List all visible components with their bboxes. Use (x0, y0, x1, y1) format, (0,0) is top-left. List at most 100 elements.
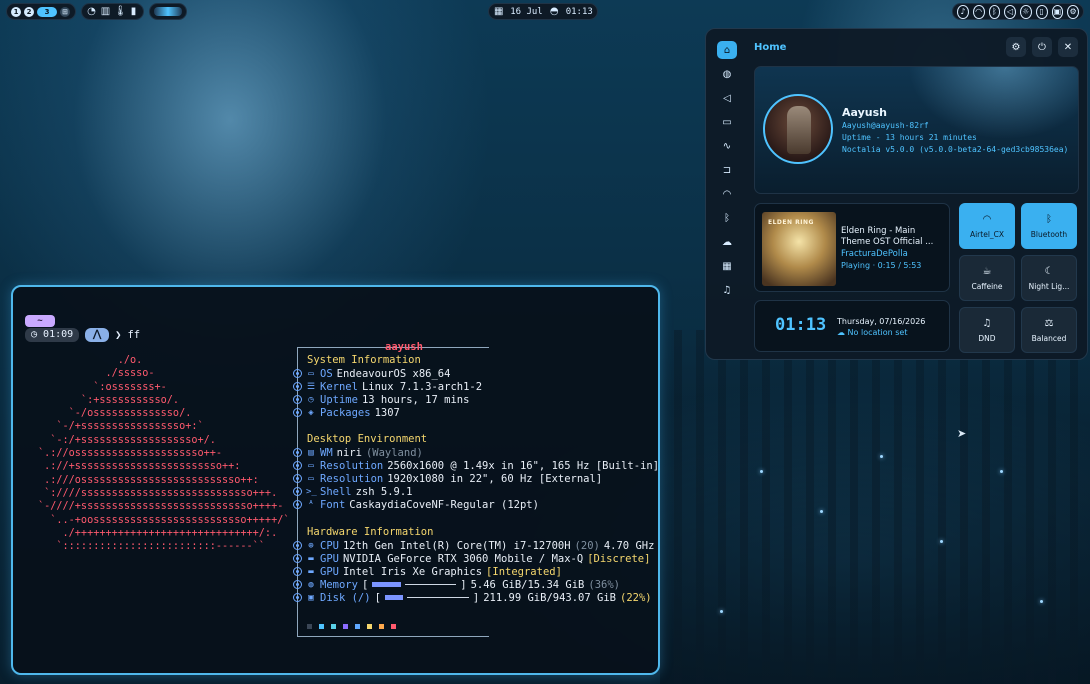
workspace-1[interactable]: 1 (11, 6, 21, 17)
workspace-switcher: 1 2 3 ⊞ (6, 3, 76, 20)
ascii-logo-line: `-/ossssssssssssso/. (38, 408, 192, 420)
wallpaper-light (760, 470, 763, 473)
settings-gear-icon[interactable]: ⚙ (1006, 37, 1026, 57)
control-center-icon[interactable]: ⚙ (1067, 4, 1079, 19)
clock-icon: ◷ (308, 394, 314, 405)
weather-icon[interactable]: ☁ (717, 233, 737, 251)
sunrise-icon: ◓ (549, 5, 559, 17)
brightness-icon[interactable]: ☼ (1020, 4, 1032, 19)
shell-value: zsh 5.9.1 (355, 485, 413, 498)
res2-value: 1920x1080 in 22", 60 Hz [External] (387, 472, 603, 485)
kernel-value: Linux 7.1.3-arch1-2 (361, 380, 483, 393)
gpu2-key: GPU (320, 565, 339, 578)
ascii-logo-line: ./++++++++++++++++++++++++++++++/:. (38, 527, 278, 539)
bullet-icon (293, 487, 302, 496)
moon-icon: ☾ (1044, 265, 1054, 277)
screenshot-icon[interactable]: ▣ (1051, 4, 1064, 19)
memory-percent: (36%) (588, 578, 620, 591)
track-title: Elden Ring - Main Theme OST Official ... (841, 226, 934, 247)
mouse-cursor-icon: ➤ (957, 427, 967, 440)
row-os: ▭ OS EndeavourOS x86_64 (293, 367, 450, 380)
profile-handle: Aayush@aayush-82rf (842, 121, 929, 130)
dnd-toggle[interactable]: ♫ DND (959, 307, 1015, 353)
storage-icon[interactable]: ▮ (128, 6, 139, 17)
prompt-arrow-icon: ❯ (115, 329, 122, 341)
wallpaper-light (820, 510, 823, 513)
gpu2-type: [Integrated] (486, 565, 562, 578)
memory-icon[interactable]: ▥ (100, 6, 111, 17)
cpu-freq: 4.70 GHz (603, 539, 655, 552)
wifi-icon[interactable]: ◠ (972, 4, 985, 19)
volume-icon[interactable]: ◁ (1004, 4, 1016, 19)
res2-key: Resolution (320, 472, 384, 485)
palette-swatch (343, 624, 348, 629)
topbar-date: 16 Jul (510, 6, 543, 17)
prompt-clock: ◷ 01:09 (25, 328, 80, 342)
power-profile-toggle[interactable]: ⚖ Balanced (1021, 307, 1077, 353)
bullet-icon (293, 448, 302, 457)
plug-icon[interactable]: ⊐ (717, 161, 737, 179)
bullet-icon (293, 408, 302, 417)
control-center-panel: ⌂ ◍ ◁ ▭ ∿ ⊐ ◠ ᛒ ☁ ▦ ♫ Home ⚙ ⏻ ✕ Aayush … (705, 28, 1088, 360)
close-icon[interactable]: ✕ (1058, 37, 1078, 57)
row-wm: ▤ WM niri (Wayland) (293, 446, 423, 459)
memory-icon: ◍ (308, 579, 314, 590)
wifi-icon[interactable]: ◠ (717, 185, 737, 203)
power-icon[interactable]: ⏻ (1032, 37, 1052, 57)
uptime-value: 13 hours, 17 mins (361, 393, 470, 406)
system-tray: ♪ ◠ ᛒ ◁ ☼ ▯ ▣ ⚙ (952, 3, 1084, 20)
track-artist: FracturaDePolla (841, 249, 908, 259)
row-font: ᴬ Font CaskaydiaCoveNF-Regular (12pt) (293, 498, 539, 511)
battery-icon[interactable]: ▯ (1035, 4, 1048, 19)
disk-bar-fill (384, 595, 403, 600)
globe-icon[interactable]: ◍ (717, 65, 737, 83)
wifi-toggle[interactable]: ◠ Airtel_CX (959, 203, 1015, 249)
bluetooth-icon[interactable]: ᛒ (988, 4, 1001, 19)
disk-bar-track (406, 597, 469, 598)
bullet-icon (293, 567, 302, 576)
cpu-value: 12th Gen Intel(R) Core(TM) i7-12700H (342, 539, 571, 552)
row-cpu: ⊕ CPU 12th Gen Intel(R) Core(TM) i7-12700H… (293, 539, 654, 552)
bullet-icon (293, 500, 302, 509)
bullet-icon (293, 369, 302, 378)
row-resolution-2: ▭ Resolution 1920x1080 in 22", 60 Hz [Exte… (293, 472, 602, 485)
ascii-logo-line: ./sssso- (38, 368, 155, 380)
caffeine-toggle[interactable]: ☕ Caffeine (959, 255, 1015, 301)
playback-status: Playing · 0:15 / 5:53 (841, 261, 922, 270)
notification-bell-icon[interactable]: ♪ (957, 4, 969, 19)
packages-key: Packages (320, 406, 371, 419)
activity-icon[interactable]: ∿ (717, 137, 737, 155)
cpu-key: CPU (320, 539, 339, 552)
ascii-logo-line: `:////ssssssssssssssssssssssssssso+++. (38, 487, 278, 499)
home-icon[interactable]: ⌂ (717, 41, 737, 59)
ascii-logo-line: `-////+ssssssssssssssssssssssssssso++++- (38, 501, 284, 513)
topbar-time: 01:13 (565, 6, 593, 17)
calendar-icon[interactable]: ▦ (717, 257, 737, 275)
bluetooth-icon[interactable]: ᛒ (717, 209, 737, 227)
disk-icon: ▣ (308, 592, 314, 603)
font-icon: ᴬ (308, 499, 314, 510)
package-icon: ◈ (308, 407, 314, 418)
workspace-2[interactable]: 2 (24, 6, 34, 17)
audio-visualizer[interactable] (149, 3, 187, 20)
monitor-icon[interactable]: ▭ (717, 113, 737, 131)
coffee-cup-icon: ☕ (982, 265, 992, 277)
row-kernel: ☰ Kernel Linux 7.1.3-arch1-2 (293, 380, 482, 393)
temperature-icon[interactable]: 🌡 (114, 6, 127, 17)
cpu-gauge-icon[interactable]: ◔ (86, 6, 97, 17)
palette-swatch (319, 624, 324, 629)
workspace-overview-icon[interactable]: ⊞ (60, 6, 70, 17)
bluetooth-toggle[interactable]: ᛒ Bluetooth (1021, 203, 1077, 249)
clock-widget[interactable]: ▦ 16 Jul ◓ 01:13 (488, 3, 598, 20)
media-player-card[interactable]: ELDEN RING Elden Ring - Main Theme OST O… (754, 203, 950, 292)
speaker-icon[interactable]: ◁ (717, 89, 737, 107)
os-value: EndeavourOS x86_64 (336, 367, 451, 380)
row-uptime: ◷ Uptime 13 hours, 17 mins (293, 393, 469, 406)
night-light-toggle[interactable]: ☾ Night Lig... (1021, 255, 1077, 301)
profile-version: Noctalia v5.0.0 (v5.0.0-beta2-64-ged3cb9… (842, 145, 1069, 154)
terminal-window[interactable]: ~ ◷ 01:09 ⋀ ❯ ff ./o. ./sssso- `:ossssss… (11, 285, 660, 675)
wallpaper-light (1000, 470, 1003, 473)
balance-scale-icon: ⚖ (1044, 317, 1054, 329)
workspace-3[interactable]: 3 (37, 6, 57, 17)
bell-icon[interactable]: ♫ (717, 281, 737, 299)
